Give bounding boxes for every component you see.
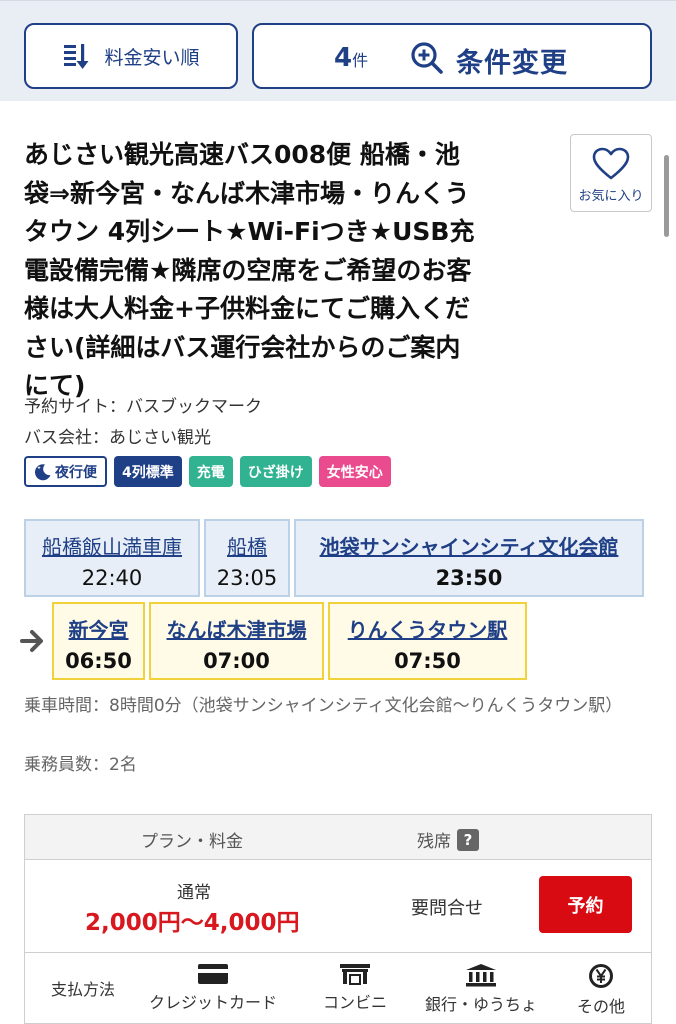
- alighting-stop: りんくうタウン駅 07:50: [328, 602, 527, 680]
- arrow-right-icon: [20, 630, 43, 652]
- alighting-stop: なんば木津市場 07:00: [149, 602, 324, 680]
- boarding-stop: 船橋飯山満車庫 22:40: [24, 519, 200, 597]
- sort-button[interactable]: 料金安い順: [24, 23, 238, 89]
- tag-charging: 充電: [188, 456, 233, 487]
- payment-other: その他: [577, 963, 625, 1017]
- bus-company: バス会社：あじさい観光: [24, 428, 211, 448]
- convenience-store-icon: [340, 964, 370, 985]
- stop-link[interactable]: 船橋飯山満車庫: [26, 531, 198, 560]
- favorite-button[interactable]: お気に入り: [570, 134, 652, 212]
- change-conditions-button[interactable]: 4件 条件変更: [252, 23, 652, 89]
- payment-convenience-store: コンビニ: [323, 963, 387, 1013]
- ride-time: 乗車時間：8時間0分（池袋サンシャインシティ文化会館〜りんくうタウン駅）: [24, 696, 623, 716]
- tag-women-safe: 女性安心: [318, 456, 391, 487]
- stop-link[interactable]: 船橋: [206, 531, 288, 560]
- stop-link[interactable]: りんくうタウン駅: [330, 614, 525, 643]
- header-seats: 残席 ?: [417, 827, 479, 852]
- tag-lap-blanket: ひざ掛け: [239, 456, 312, 487]
- header-plan: プラン・料金: [141, 832, 243, 852]
- change-conditions-label: 条件変更: [456, 48, 568, 79]
- stop-link[interactable]: 池袋サンシャインシティ文化会館: [296, 531, 642, 560]
- tag-4-row-seat: 4列標準: [114, 456, 182, 487]
- stop-link[interactable]: なんば木津市場: [151, 614, 322, 643]
- crew-count: 乗務員数：2名: [24, 755, 137, 775]
- plan-table: プラン・料金 残席 ? 通常 2,000円〜4,000円 要問合せ 予約 支払方…: [24, 814, 652, 1024]
- favorite-label: お気に入り: [578, 189, 644, 204]
- stop-time: 06:50: [65, 649, 132, 673]
- plan-table-header: プラン・料金 残席 ?: [25, 815, 651, 860]
- sort-icon: [64, 44, 89, 69]
- results-toolbar: 料金安い順 4件 条件変更: [0, 0, 676, 101]
- result-count: 4件: [334, 43, 369, 73]
- listing-title: あじさい観光高速バス008便 船橋・池 袋⇒新今宮・なんば木津市場・りんくう タ…: [24, 140, 475, 400]
- scrollbar[interactable]: [664, 155, 669, 237]
- zoom-in-icon: [411, 42, 443, 74]
- stop-link[interactable]: 新今宮: [54, 614, 143, 643]
- stop-time: 07:50: [394, 649, 461, 673]
- stop-time: 23:05: [216, 566, 278, 590]
- help-icon[interactable]: ?: [457, 828, 479, 851]
- feature-tags: 夜行便 4列標準 充電 ひざ掛け 女性安心: [24, 456, 391, 487]
- stop-time: 23:50: [435, 566, 503, 590]
- payment-label: 支払方法: [51, 980, 116, 999]
- yen-icon: [589, 964, 613, 988]
- heart-icon: [592, 147, 630, 180]
- boarding-stop: 船橋 23:05: [204, 519, 290, 597]
- sort-label: 料金安い順: [104, 46, 200, 69]
- alighting-stop: 新今宮 06:50: [52, 602, 145, 680]
- bank-icon: [466, 964, 496, 987]
- booking-site: 予約サイト：バスブックマーク: [24, 397, 262, 417]
- plan-price: 2,000円〜4,000円: [85, 910, 300, 936]
- tag-night-bus: 夜行便: [24, 456, 107, 487]
- stop-time: 22:40: [81, 566, 143, 590]
- reserve-button[interactable]: 予約: [539, 876, 632, 933]
- seat-availability: 要問合せ: [411, 898, 483, 919]
- moon-icon: [34, 463, 51, 480]
- payment-credit-card: クレジットカード: [149, 963, 277, 1013]
- stop-time: 07:00: [203, 649, 270, 673]
- plan-name: 通常: [177, 883, 211, 903]
- divider: [25, 952, 651, 953]
- credit-card-icon: [198, 964, 228, 984]
- boarding-stop: 池袋サンシャインシティ文化会館 23:50: [294, 519, 644, 597]
- payment-bank: 銀行・ゆうちょ: [425, 963, 537, 1015]
